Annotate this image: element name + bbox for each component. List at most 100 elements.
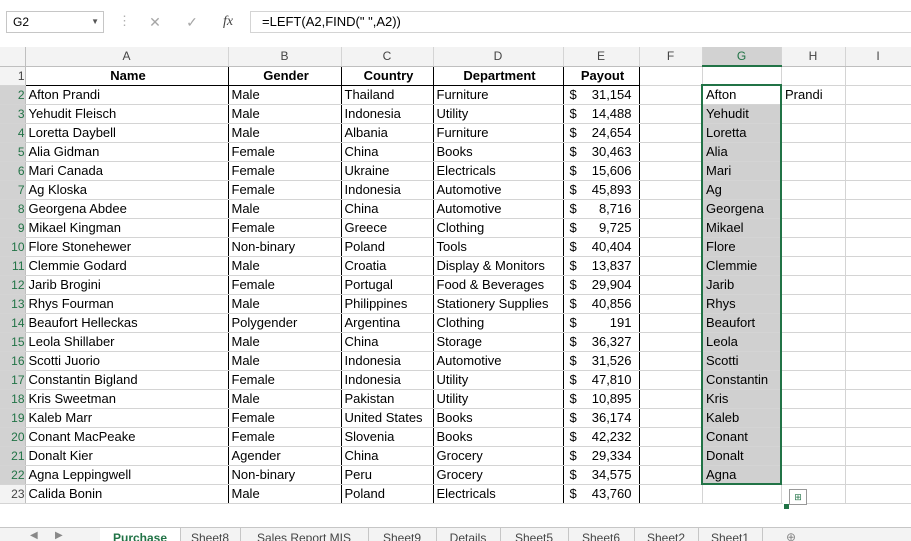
- cell-name[interactable]: Clemmie Godard: [25, 256, 229, 276]
- cell-last-name[interactable]: Prandi: [781, 85, 846, 105]
- cell-payout[interactable]: $14,488: [563, 104, 640, 124]
- cell-department[interactable]: Tools: [433, 237, 564, 257]
- next-sheet-icon[interactable]: ▶: [55, 530, 63, 541]
- cell[interactable]: [639, 370, 703, 390]
- cell[interactable]: [639, 237, 703, 257]
- cell-country[interactable]: Slovenia: [341, 427, 434, 447]
- cell-country[interactable]: Indonesia: [341, 351, 434, 371]
- row-header[interactable]: 11: [0, 256, 26, 276]
- cell-department[interactable]: Clothing: [433, 218, 564, 238]
- cell[interactable]: [845, 294, 911, 314]
- cell[interactable]: [639, 104, 703, 124]
- cell-department[interactable]: Grocery: [433, 446, 564, 466]
- cell-gender[interactable]: Female: [228, 218, 342, 238]
- row-header[interactable]: 5: [0, 142, 26, 162]
- cell-name[interactable]: Alia Gidman: [25, 142, 229, 162]
- cell[interactable]: [845, 351, 911, 371]
- cell-department[interactable]: Furniture: [433, 123, 564, 143]
- cell-payout[interactable]: $191: [563, 313, 640, 333]
- cell-department[interactable]: Automotive: [433, 180, 564, 200]
- cell-payout[interactable]: $29,334: [563, 446, 640, 466]
- cell-department[interactable]: Utility: [433, 370, 564, 390]
- cell-name[interactable]: Georgena Abdee: [25, 199, 229, 219]
- cell-payout[interactable]: $31,526: [563, 351, 640, 371]
- cell-payout[interactable]: $30,463: [563, 142, 640, 162]
- cell-payout[interactable]: $13,837: [563, 256, 640, 276]
- cell-country[interactable]: Albania: [341, 123, 434, 143]
- add-sheet-icon[interactable]: ⊕: [786, 530, 796, 541]
- row-header[interactable]: 13: [0, 294, 26, 314]
- cell-payout[interactable]: $24,654: [563, 123, 640, 143]
- cell-department[interactable]: Utility: [433, 104, 564, 124]
- cell-department[interactable]: Storage: [433, 332, 564, 352]
- cell-country[interactable]: China: [341, 332, 434, 352]
- previous-sheet-icon[interactable]: ◀: [30, 530, 38, 541]
- sheet-tab[interactable]: Details: [436, 528, 501, 541]
- cell-gender[interactable]: Female: [228, 180, 342, 200]
- cell-payout[interactable]: $36,327: [563, 332, 640, 352]
- column-header-d[interactable]: D: [433, 47, 564, 67]
- name-box[interactable]: G2 ▼: [6, 11, 104, 33]
- column-header-h[interactable]: H: [781, 47, 846, 67]
- cell-last-name[interactable]: [781, 104, 846, 124]
- cell-gender[interactable]: Non-binary: [228, 237, 342, 257]
- cell-gender[interactable]: Male: [228, 256, 342, 276]
- autofill-options-icon[interactable]: ⊞: [789, 489, 807, 505]
- cell[interactable]: [639, 85, 703, 105]
- cell-last-name[interactable]: [781, 313, 846, 333]
- cell-name[interactable]: Afton Prandi: [25, 84, 229, 105]
- cell[interactable]: [639, 408, 703, 428]
- cell-first-name[interactable]: Flore: [701, 237, 782, 257]
- cell-name[interactable]: Ag Kloska: [25, 180, 229, 200]
- worksheet-grid[interactable]: A B C D E F G H I 1 Name Gender Country …: [0, 47, 911, 527]
- cell-payout[interactable]: $45,893: [563, 180, 640, 200]
- cell-gender[interactable]: Male: [228, 351, 342, 371]
- cell-payout[interactable]: $47,810: [563, 370, 640, 390]
- cell-country[interactable]: Philippines: [341, 294, 434, 314]
- cell-last-name[interactable]: [781, 180, 846, 200]
- cell[interactable]: [639, 180, 703, 200]
- row-header[interactable]: 18: [0, 389, 26, 409]
- cell-first-name[interactable]: Ag: [701, 180, 782, 200]
- cell[interactable]: [845, 484, 911, 504]
- cell-payout[interactable]: $36,174: [563, 408, 640, 428]
- row-header[interactable]: 9: [0, 218, 26, 238]
- cell[interactable]: [639, 142, 703, 162]
- row-header[interactable]: 4: [0, 123, 26, 143]
- cell[interactable]: [639, 446, 703, 466]
- cell[interactable]: [845, 465, 911, 485]
- cell-first-name[interactable]: Donalt: [701, 446, 782, 466]
- cell-first-name[interactable]: Scotti: [701, 351, 782, 371]
- cell-department[interactable]: Books: [433, 142, 564, 162]
- header-cell-name[interactable]: Name: [24, 65, 229, 86]
- cell-department[interactable]: Books: [433, 427, 564, 447]
- cell-name[interactable]: Mikael Kingman: [25, 218, 229, 238]
- cell-name[interactable]: Flore Stonehewer: [25, 237, 229, 257]
- cell[interactable]: [639, 465, 703, 485]
- cell[interactable]: [845, 104, 911, 124]
- cell-gender[interactable]: Female: [228, 408, 342, 428]
- cell[interactable]: [702, 66, 782, 86]
- cell-name[interactable]: Leola Shillaber: [25, 332, 229, 352]
- cell-country[interactable]: Greece: [341, 218, 434, 238]
- sheet-tab[interactable]: Sheet9: [368, 528, 437, 541]
- cell[interactable]: [845, 370, 911, 390]
- cell-department[interactable]: Automotive: [433, 199, 564, 219]
- cell-first-name[interactable]: [702, 484, 782, 504]
- cell-gender[interactable]: Male: [228, 199, 342, 219]
- cell-country[interactable]: Argentina: [341, 313, 434, 333]
- cell-last-name[interactable]: [781, 161, 846, 181]
- row-header[interactable]: 8: [0, 199, 26, 219]
- row-header[interactable]: 16: [0, 351, 26, 371]
- cell-country[interactable]: Peru: [341, 465, 434, 485]
- row-header[interactable]: 1: [0, 66, 26, 86]
- cell-name[interactable]: Constantin Bigland: [25, 370, 229, 390]
- cell-gender[interactable]: Male: [228, 104, 342, 124]
- cell[interactable]: [639, 275, 703, 295]
- cell-gender[interactable]: Male: [228, 84, 342, 105]
- cell[interactable]: [845, 237, 911, 257]
- cell-first-name[interactable]: Kris: [701, 389, 782, 409]
- cell[interactable]: [639, 332, 703, 352]
- cell-name[interactable]: Rhys Fourman: [25, 294, 229, 314]
- cell[interactable]: [781, 66, 846, 86]
